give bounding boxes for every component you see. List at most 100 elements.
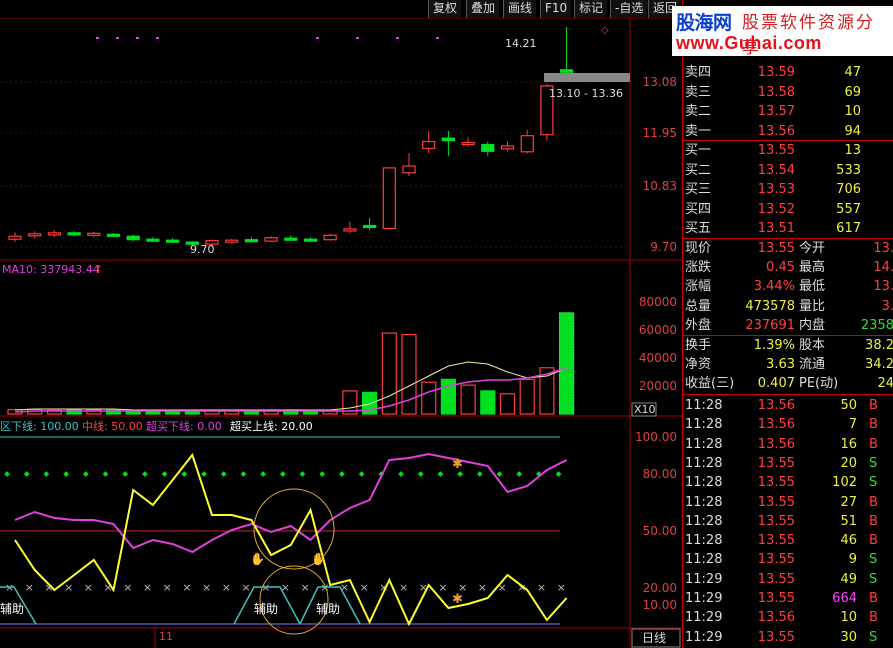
bid-row[interactable]: 买五 13.51 617	[683, 219, 893, 238]
tick-side: S	[869, 629, 878, 645]
volume-chart[interactable]	[7, 312, 575, 415]
stat-value: 24	[877, 376, 893, 391]
marker-dot	[116, 37, 119, 39]
stat-row[interactable]: 涨幅 3.44% 最低 13.	[683, 277, 893, 296]
tick-price: 13.55	[757, 533, 795, 549]
stat-row[interactable]: 总量 473578 量比 3.	[683, 297, 893, 316]
tick-time: 11:28	[685, 533, 723, 549]
tick-row[interactable]: 11:28 13.55 20 S	[683, 454, 893, 473]
tick-row[interactable]: 11:29 13.56 10 B	[683, 608, 893, 627]
indicator-axis-label: 50.00	[643, 524, 677, 538]
marker-dot	[396, 37, 399, 39]
stat-value: 2358	[860, 317, 893, 333]
candle-body	[461, 141, 475, 146]
stat-value: 34.2	[865, 357, 893, 372]
tick-row[interactable]: 11:28 13.56 7 B	[683, 415, 893, 434]
f10-button[interactable]: F10	[540, 0, 572, 18]
stat-row[interactable]: 收益(三) 0.407 PE(动) 24	[683, 374, 893, 393]
stock-chart[interactable]: × × × × × × × × × × × × × × × × × × × × × × × × × × × × ×✋ ✋✱✱ 13.081…	[0, 0, 682, 648]
stat-row[interactable]: 净资 3.63 流通 34.2	[683, 355, 893, 374]
level-cross: ×	[64, 581, 73, 594]
level-dot	[555, 471, 562, 477]
tick-time: 11:28	[685, 494, 723, 510]
ask-row[interactable]: 卖四 13.59 47	[683, 63, 893, 82]
bid-row[interactable]: 买三 13.53 706	[683, 180, 893, 199]
indicator-line-magenta	[14, 452, 568, 554]
tick-time: 11:28	[685, 417, 723, 433]
bid-volume: 706	[836, 182, 861, 197]
draw-line-button[interactable]: 画线	[503, 0, 537, 18]
hand-icon: ✋	[311, 552, 326, 566]
indicator-chart[interactable]: × × × × × × × × × × × × × × × × × × × × × × × × × × × × ×✋ ✋✱✱	[0, 436, 568, 635]
tick-row[interactable]: 11:28 13.55 102 S	[683, 473, 893, 492]
bid-row[interactable]: 买四 13.52 557	[683, 200, 893, 219]
restore-rights-button[interactable]: 复权	[428, 0, 462, 18]
tick-row[interactable]: 11:28 13.55 46 B	[683, 531, 893, 550]
chart-labels: 13.08 11.95 10.83 9.70 14.21 9.70 13.10 - 13.3…	[0, 25, 681, 648]
stat-value: 13.	[873, 279, 893, 295]
tick-volume: 27	[840, 494, 857, 510]
tick-side: B	[869, 398, 878, 413]
remove-watchlist-button[interactable]: -自选	[610, 0, 648, 18]
tick-time: 11:29	[685, 571, 723, 587]
ask-volume: 10	[844, 104, 861, 119]
stat-row[interactable]: 涨跌 0.45 最高 14.	[683, 258, 893, 277]
tick-time: 11:28	[685, 513, 723, 529]
bid-volume: 617	[836, 221, 861, 236]
ask-row[interactable]: 卖二 13.57 10	[683, 102, 893, 121]
level-dot	[4, 471, 10, 477]
level-dot	[457, 471, 463, 477]
tick-row[interactable]: 11:29 13.55 49 S	[683, 570, 893, 589]
stat-value: 3.44%	[753, 279, 795, 295]
candle-body	[402, 165, 416, 174]
tick-row[interactable]: 11:28 13.55 9 S	[683, 550, 893, 569]
overlay-button[interactable]: 叠加	[466, 0, 500, 18]
stat-row[interactable]: 现价 13.55 今开 13.	[683, 239, 893, 258]
stat-label: 涨幅	[685, 279, 712, 295]
tick-row[interactable]: 11:29 13.55 664 B	[683, 589, 893, 608]
ask-volume: 69	[844, 84, 861, 100]
tick-row[interactable]: 11:28 13.55 27 B	[683, 493, 893, 512]
level-dot	[358, 471, 365, 477]
tick-row[interactable]: 11:28 13.56 16 B	[683, 435, 893, 454]
candle-body	[382, 167, 396, 230]
tick-volume: 664	[832, 591, 857, 606]
kline-chart[interactable]	[8, 26, 630, 247]
ask-price: 13.57	[757, 104, 795, 119]
level-cross: ×	[202, 581, 211, 594]
candle-body	[441, 137, 455, 142]
level-cross: ×	[163, 581, 172, 594]
stat-row[interactable]: 外盘 237691 内盘 2358	[683, 316, 893, 335]
bid-row[interactable]: 买一 13.55 13	[683, 141, 893, 160]
bid-label: 买三	[685, 182, 712, 197]
tick-volume: 9	[848, 552, 857, 568]
candle-body	[8, 235, 22, 240]
bid-row[interactable]: 买二 13.54 533	[683, 161, 893, 180]
volume-bar	[480, 390, 496, 415]
ask-row[interactable]: 卖三 13.58 69	[683, 83, 893, 102]
tick-volume: 49	[840, 571, 857, 587]
bid-price: 13.51	[757, 221, 795, 236]
marker-dot	[96, 37, 99, 39]
level-dot	[476, 471, 483, 477]
tick-side: B	[869, 591, 878, 606]
ask-label: 卖二	[685, 104, 712, 119]
tick-row[interactable]: 11:28 13.56 50 B	[683, 396, 893, 415]
runner-icon: ✱	[452, 592, 463, 607]
indicator-axis-label: 100.00	[635, 430, 677, 444]
ask-row[interactable]: 卖一 13.56 94	[683, 122, 893, 141]
level-cross: ×	[222, 581, 231, 594]
period-label: 日线	[642, 631, 666, 645]
bid-price: 13.55	[757, 143, 795, 158]
stat-value: 38.2	[865, 338, 893, 353]
stat-row[interactable]: 换手 1.39% 股本 38.2	[683, 336, 893, 355]
volume-axis-label: 40000	[639, 351, 677, 365]
tick-row[interactable]: 11:28 13.55 51 B	[683, 512, 893, 531]
diamond-icon: ◇	[601, 25, 609, 36]
tick-row[interactable]: 11:29 13.55 30 S	[683, 628, 893, 647]
level-dot	[201, 471, 207, 477]
candle-body	[520, 135, 534, 153]
bid-volume: 557	[836, 201, 861, 217]
candle-body	[244, 239, 258, 243]
mark-button[interactable]: 标记	[574, 0, 608, 18]
